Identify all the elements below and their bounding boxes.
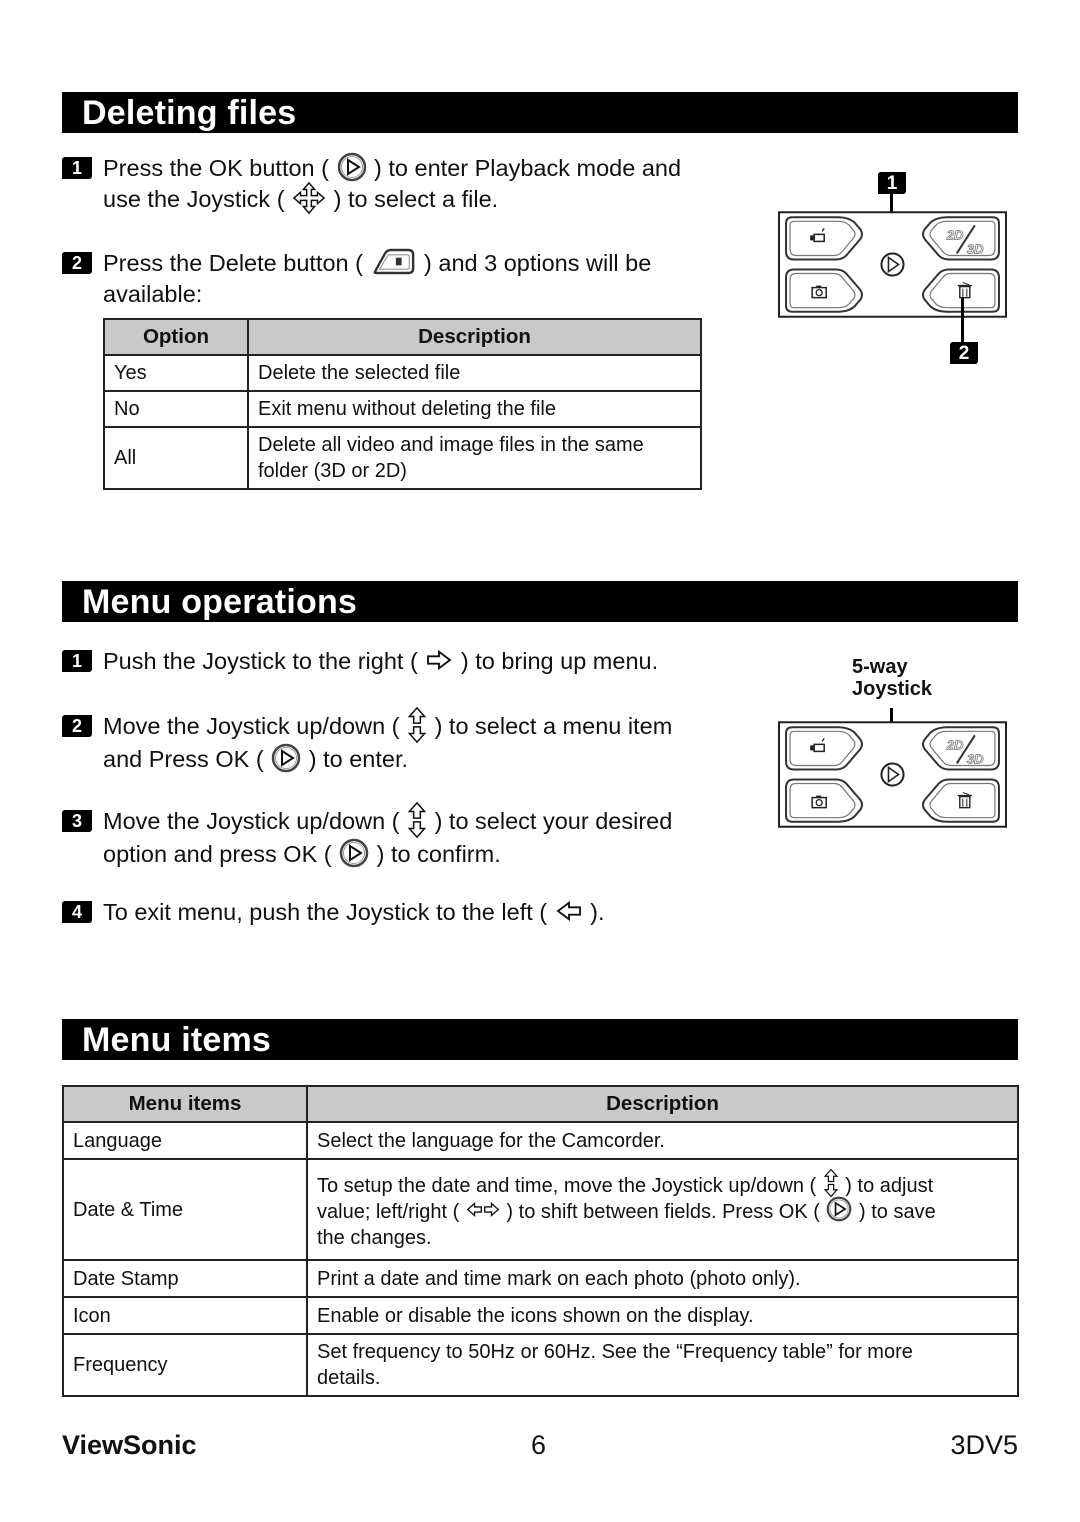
description-cell: Delete all video and image files in the …	[247, 426, 702, 490]
table-row: Date Stamp Print a date and time mark on…	[62, 1259, 1019, 1298]
footer-brand: ViewSonic	[62, 1430, 197, 1460]
ok-button-icon	[826, 1196, 852, 1222]
diagram-callout-2: 2	[950, 342, 978, 364]
ok-button-icon	[339, 838, 369, 868]
deleting-step-1: 1 Press the OK button ( ) to enter Playb…	[62, 153, 742, 215]
camera-button-panel-diagram	[778, 211, 1007, 318]
step-text: ) to confirm.	[376, 840, 501, 867]
label-line: Joystick	[852, 678, 933, 700]
table-row: Icon Enable or disable the icons shown o…	[62, 1296, 1019, 1335]
cell-text: the changes.	[317, 1226, 432, 1249]
callout-line	[961, 298, 964, 342]
step-text: Press the OK button (	[103, 155, 329, 181]
up-down-arrow-icon	[407, 706, 427, 744]
table-header-description: Description	[247, 318, 702, 356]
step-text: To exit menu, push the Joystick to the l…	[103, 899, 548, 925]
step-text: available:	[103, 281, 203, 307]
right-arrow-icon	[425, 649, 453, 671]
description-cell: Select the language for the Camcorder.	[306, 1121, 1019, 1160]
cell-text: ) to save	[859, 1200, 936, 1223]
menu-item-cell: Frequency	[62, 1333, 308, 1397]
menu-step-3: 3 Move the Joystick up/down ( ) to selec…	[62, 806, 742, 870]
label-line: 5-way	[852, 656, 908, 678]
step-text: ) to select a menu item	[434, 713, 673, 739]
left-right-arrow-icon	[466, 1201, 500, 1218]
description-cell: Enable or disable the icons shown on the…	[306, 1296, 1019, 1335]
step-text: ) to select a file.	[333, 186, 499, 212]
deleting-step-2: 2 Press the Delete button ( ) and 3 opti…	[62, 248, 742, 310]
option-cell: No	[103, 390, 249, 428]
left-arrow-icon	[555, 900, 583, 922]
cell-text: ) to adjust	[845, 1174, 934, 1197]
menu-item-cell: Date & Time	[62, 1158, 308, 1261]
step-text: use the Joystick (	[103, 186, 285, 212]
step-number-badge: 4	[62, 901, 92, 923]
menu-items-table: Menu items Description Language Select t…	[62, 1085, 1019, 1397]
table-header-description: Description	[306, 1085, 1019, 1123]
description-cell: Print a date and time mark on each photo…	[306, 1259, 1019, 1298]
menu-item-cell: Icon	[62, 1296, 308, 1335]
description-cell: Exit menu without deleting the file	[247, 390, 702, 428]
step-number-badge: 3	[62, 810, 92, 832]
step-text: and Press OK (	[103, 745, 264, 772]
table-row: Frequency Set frequency to 50Hz or 60Hz.…	[62, 1333, 1019, 1397]
ok-button-icon	[337, 152, 367, 182]
up-down-arrow-icon	[823, 1168, 839, 1198]
cell-text: To setup the date and time, move the Joy…	[317, 1174, 817, 1197]
joystick-icon	[292, 181, 326, 215]
menu-item-cell: Language	[62, 1121, 308, 1160]
description-cell: Delete the selected file	[247, 354, 702, 392]
table-header-row: Option Description	[103, 318, 702, 356]
cell-text: value; left/right (	[317, 1200, 460, 1223]
section-title-menu-operations: Menu operations	[62, 581, 1018, 622]
section-title-menu-items: Menu items	[62, 1019, 1018, 1060]
step-text: Press the Delete button (	[103, 250, 363, 276]
ok-button-icon	[271, 743, 301, 773]
step-text: ) to enter.	[308, 745, 408, 772]
step-text: Move the Joystick up/down (	[103, 713, 400, 739]
table-header-option: Option	[103, 318, 249, 356]
step-text: ) to select your desired	[434, 808, 673, 834]
step-text: ).	[590, 899, 605, 925]
section-title-deleting-files: Deleting files	[62, 92, 1018, 133]
menu-step-4: 4 To exit menu, push the Joystick to the…	[62, 897, 742, 928]
table-row: Yes Delete the selected file	[103, 354, 702, 392]
step-number-badge: 1	[62, 650, 92, 672]
option-cell: All	[103, 426, 249, 490]
step-text: ) and 3 options will be	[424, 250, 652, 276]
cell-text: ) to shift between fields. Press OK (	[506, 1200, 820, 1223]
description-cell: Set frequency to 50Hz or 60Hz. See the “…	[306, 1333, 1019, 1397]
description-cell: To setup the date and time, move the Joy…	[306, 1158, 1019, 1261]
step-text: option and press OK (	[103, 840, 332, 867]
diagram-callout-1: 1	[878, 172, 906, 194]
table-row: All Delete all video and image files in …	[103, 426, 702, 490]
step-text: ) to bring up menu.	[460, 648, 659, 674]
step-text: Push the Joystick to the right (	[103, 648, 418, 674]
delete-options-table: Option Description Yes Delete the select…	[103, 318, 702, 490]
table-header-row: Menu items Description	[62, 1085, 1019, 1123]
table-row: No Exit menu without deleting the file	[103, 390, 702, 428]
step-text: ) to enter Playback mode and	[374, 155, 682, 181]
menu-step-1: 1 Push the Joystick to the right ( ) to …	[62, 646, 742, 677]
camera-button-panel-diagram	[778, 721, 1007, 828]
footer-page-number: 6	[531, 1430, 547, 1460]
table-header-menu-items: Menu items	[62, 1085, 308, 1123]
step-number-badge: 2	[62, 715, 92, 737]
up-down-arrow-icon	[407, 801, 427, 839]
delete-button-icon	[370, 247, 416, 276]
table-row: Date & Time To setup the date and time, …	[62, 1158, 1019, 1261]
five-way-joystick-label: 5-way Joystick	[852, 656, 932, 700]
step-number-badge: 2	[62, 252, 92, 274]
table-row: Language Select the language for the Cam…	[62, 1121, 1019, 1160]
step-number-badge: 1	[62, 157, 92, 179]
step-text: Move the Joystick up/down (	[103, 808, 400, 834]
option-cell: Yes	[103, 354, 249, 392]
footer-model: 3DV5	[950, 1430, 1018, 1460]
menu-step-2: 2 Move the Joystick up/down ( ) to selec…	[62, 711, 742, 775]
menu-item-cell: Date Stamp	[62, 1259, 308, 1298]
